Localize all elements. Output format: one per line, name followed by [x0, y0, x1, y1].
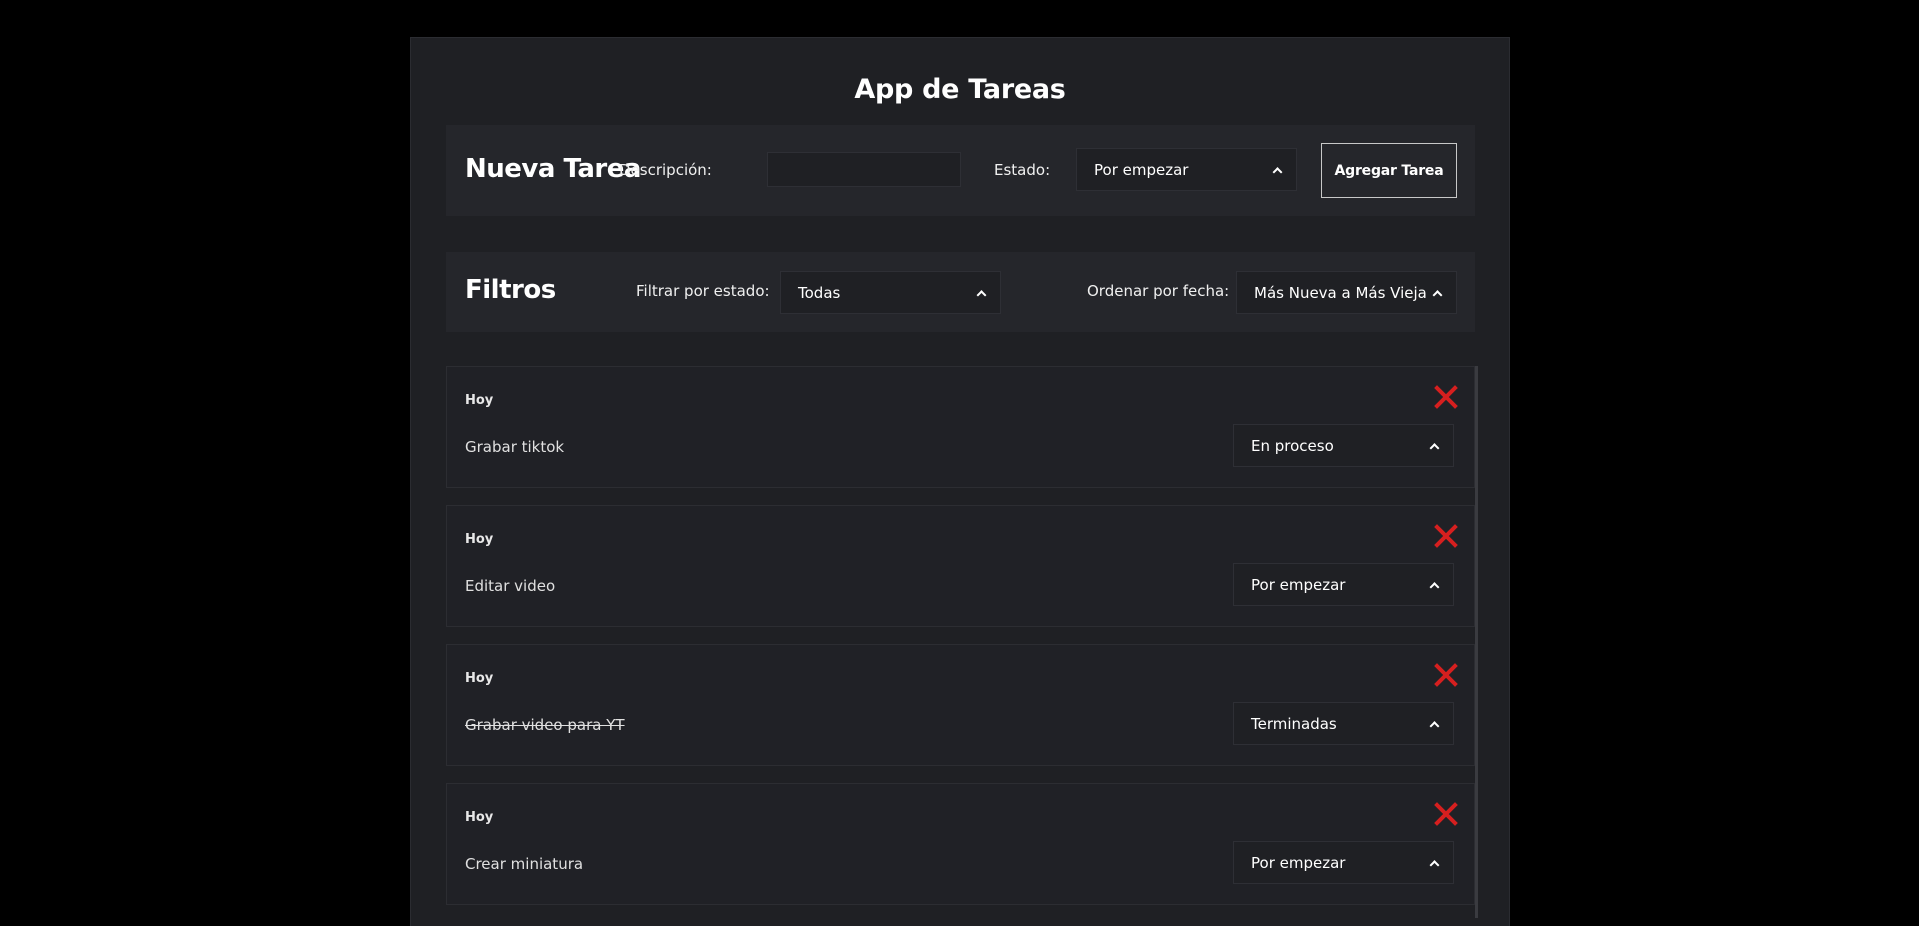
close-icon[interactable]	[1433, 662, 1459, 688]
new-task-heading: Nueva Tarea	[465, 154, 641, 184]
task-date: Hoy	[465, 393, 494, 408]
task-date: Hoy	[465, 532, 494, 547]
task-status-value: Por empezar	[1251, 853, 1346, 872]
sort-date-label: Ordenar por fecha:	[1087, 282, 1230, 300]
task-status-select[interactable]: Terminadas	[1233, 702, 1454, 745]
close-icon[interactable]	[1433, 384, 1459, 410]
task-card: Hoy Editar video Por empezar	[446, 505, 1475, 627]
filter-status-select[interactable]: Todas	[780, 271, 1001, 314]
task-status-value: Terminadas	[1251, 714, 1337, 733]
filter-status-label: Filtrar por estado:	[636, 282, 770, 300]
task-description: Crear miniatura	[465, 855, 584, 873]
chevron-up-icon	[1272, 166, 1283, 177]
task-date: Hoy	[465, 671, 494, 686]
chevron-up-icon	[1429, 442, 1440, 453]
description-input[interactable]	[767, 152, 961, 187]
app-container: App de Tareas Nueva Tarea Descripción: E…	[410, 37, 1510, 926]
task-status-select[interactable]: En proceso	[1233, 424, 1454, 467]
task-status-value: Por empezar	[1251, 575, 1346, 594]
task-description: Grabar tiktok	[465, 438, 565, 456]
task-list[interactable]: Hoy Grabar tiktok En proceso Hoy Editar …	[446, 366, 1478, 918]
add-task-button[interactable]: Agregar Tarea	[1321, 143, 1457, 198]
task-date: Hoy	[465, 810, 494, 825]
filters-panel: Filtros Filtrar por estado: Todas Ordena…	[446, 252, 1475, 332]
filters-heading: Filtros	[465, 275, 556, 305]
chevron-up-icon	[976, 289, 987, 300]
chevron-up-icon	[1429, 859, 1440, 870]
task-status-value: En proceso	[1251, 436, 1334, 455]
chevron-up-icon	[1429, 720, 1440, 731]
new-task-status-select[interactable]: Por empezar	[1076, 148, 1297, 191]
status-label: Estado:	[994, 161, 1051, 179]
task-status-select[interactable]: Por empezar	[1233, 841, 1454, 884]
task-card: Hoy Grabar tiktok En proceso	[446, 366, 1475, 488]
description-label: Descripción:	[619, 161, 712, 179]
task-description: Editar video	[465, 577, 556, 595]
task-description: Grabar video para YT	[465, 716, 625, 734]
close-icon[interactable]	[1433, 523, 1459, 549]
task-status-select[interactable]: Por empezar	[1233, 563, 1454, 606]
sort-date-select[interactable]: Más Nueva a Más Vieja	[1236, 271, 1457, 314]
close-icon[interactable]	[1433, 801, 1459, 827]
task-card: Hoy Grabar video para YT Terminadas	[446, 644, 1475, 766]
new-task-panel: Nueva Tarea Descripción: Estado: Por emp…	[446, 125, 1475, 216]
new-task-status-value: Por empezar	[1094, 160, 1189, 179]
app-title: App de Tareas	[854, 74, 1066, 105]
sort-date-value: Más Nueva a Más Vieja	[1254, 283, 1427, 302]
chevron-up-icon	[1429, 581, 1440, 592]
task-card: Hoy Crear miniatura Por empezar	[446, 783, 1475, 905]
filter-status-value: Todas	[798, 283, 841, 302]
chevron-up-icon	[1432, 289, 1443, 300]
